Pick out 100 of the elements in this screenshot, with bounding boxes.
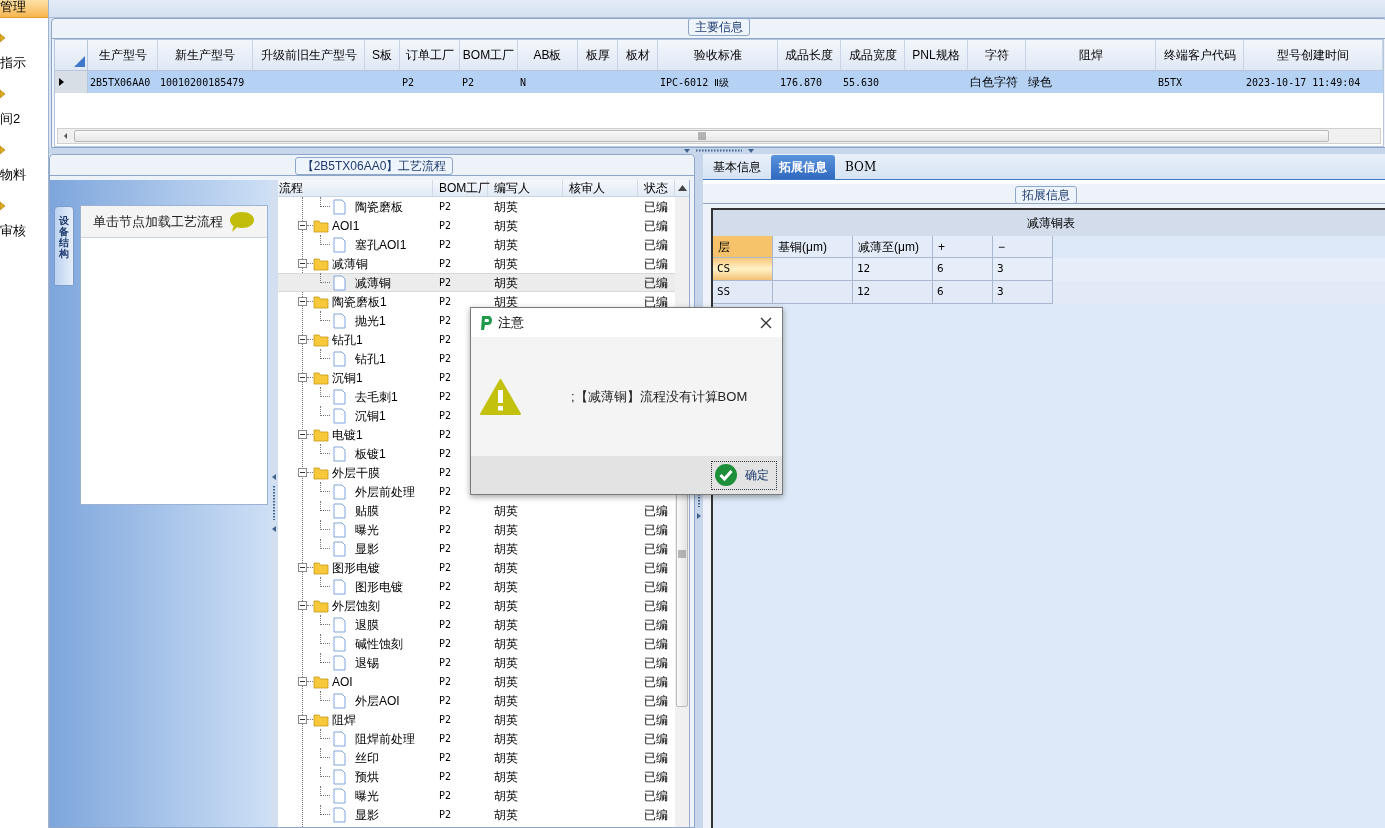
table-cell-text: 胡英	[494, 217, 518, 235]
table-cell-text: 12	[857, 283, 871, 300]
table-cell-text: P2	[439, 276, 452, 290]
table-cell-text: P2	[439, 599, 452, 613]
table-cell-text: 胡英	[494, 578, 518, 596]
tree-node-label: 沉铜1	[332, 369, 363, 387]
table-cell-text: P2	[439, 447, 452, 461]
table-cell-text: P2	[439, 485, 452, 499]
table-cell-text: P2	[439, 561, 452, 575]
tree-node-label: 沉铜1	[355, 407, 386, 425]
table-cell-text: 胡英	[494, 521, 518, 539]
table-cell-text: 已编	[644, 654, 668, 672]
table-cell-text: P2	[439, 751, 452, 765]
tree-node-label: 图形电镀	[355, 578, 403, 596]
table-cell-text: 白色字符	[970, 74, 1018, 91]
table-cell-text: 胡英	[494, 654, 518, 672]
table-cell-text: 已编	[644, 236, 668, 254]
table-cell-text: 176.870	[780, 75, 823, 90]
table-cell-text: 胡英	[494, 540, 518, 558]
table-cell-text: P2	[439, 542, 452, 556]
table-cell-text: 2023-10-17 11:49:04	[1246, 75, 1361, 90]
tree-node-label: 退膜	[355, 616, 379, 634]
tree-node-label: 阻焊	[332, 711, 356, 729]
table-cell-text: CS	[717, 260, 731, 277]
table-cell-text: 胡英	[494, 236, 518, 254]
table-cell-text: P2	[439, 257, 452, 271]
table-cell-text: SS	[717, 283, 731, 300]
table-cell-text: P2	[439, 314, 452, 328]
tree-node-label: 抛光1	[355, 312, 386, 330]
tree-node-label: 退锡	[355, 654, 379, 672]
table-title: 减薄铜表	[1027, 215, 1075, 232]
table-cell-text: P2	[402, 75, 415, 90]
tree-node-label: 外层前处理	[355, 483, 415, 501]
table-cell-text: N	[520, 75, 527, 90]
group-title: 拓展信息	[1015, 186, 1077, 204]
tree-node-label: 丝印	[355, 749, 379, 767]
table-cell-text: 10010200185479	[160, 75, 245, 90]
tree-node-label: 外层干膜	[332, 464, 380, 482]
table-cell-text: 胡英	[494, 274, 518, 292]
tree-node-label: 钻孔1	[332, 331, 363, 349]
table-cell-text: P2	[439, 295, 452, 309]
table-cell-text: P2	[439, 428, 452, 442]
table-cell-text: P2	[439, 466, 452, 480]
table-cell-text: 已编	[644, 730, 668, 748]
table-cell-text: 胡英	[494, 806, 518, 824]
table-cell-text: 胡英	[494, 198, 518, 216]
table-cell-text: 已编	[644, 198, 668, 216]
table-cell-text: P2	[439, 808, 452, 822]
table-cell-text: 胡英	[494, 635, 518, 653]
table-cell-text: 胡英	[494, 597, 518, 615]
table-cell-text: 胡英	[494, 502, 518, 520]
table-cell-text: P2	[439, 504, 452, 518]
tree-node-label: 曝光	[355, 787, 379, 805]
table-cell-text: P2	[439, 618, 452, 632]
tree-node-label: 减薄铜	[355, 274, 391, 292]
table-cell-text: P2	[439, 523, 452, 537]
table-cell-text: IPC-6012 Ⅱ级	[660, 75, 730, 90]
tree-node-label: 显影	[355, 540, 379, 558]
dialog-title: 注意	[498, 313, 524, 332]
table-cell-text: 已编	[644, 768, 668, 786]
table-cell-text: P2	[439, 694, 452, 708]
table-cell-text: 胡英	[494, 255, 518, 273]
tree-node-label: 板镀1	[355, 445, 386, 463]
group-title: 主要信息	[688, 18, 750, 36]
table-cell-text: 胡英	[494, 730, 518, 748]
table-cell-text: 已编	[644, 616, 668, 634]
table-cell-text: 已编	[644, 578, 668, 596]
table-cell-text: P2	[439, 580, 452, 594]
dialog-message: ;【减薄铜】流程没有计算BOM	[571, 387, 748, 406]
table-cell-text: 已编	[644, 673, 668, 691]
tree-node-label: 陶瓷磨板	[355, 198, 403, 216]
table-cell-text: 6	[937, 260, 944, 277]
table-cell-text: 胡英	[494, 559, 518, 577]
table-cell-text: 已编	[644, 692, 668, 710]
table-cell-text: P2	[439, 713, 452, 727]
table-cell-text: 已编	[644, 635, 668, 653]
table-cell-text: P2	[439, 390, 452, 404]
table-cell-text: 3	[997, 283, 1004, 300]
table-cell-text: 已编	[644, 806, 668, 824]
table-cell-text: 已编	[644, 502, 668, 520]
table-cell-text: 2B5TX06AA0	[90, 75, 151, 90]
table-cell-text: P2	[439, 238, 452, 252]
tree-node-label: 曝光	[355, 521, 379, 539]
table-cell-text: 12	[857, 260, 871, 277]
table-cell-text: 已编	[644, 749, 668, 767]
table-cell-text: 已编	[644, 521, 668, 539]
tree-node-label: 塞孔AOI1	[355, 236, 407, 254]
table-cell-text: P2	[439, 637, 452, 651]
table-cell-text: 绿色	[1028, 74, 1052, 91]
table-cell-text: 已编	[644, 217, 668, 235]
tree-node-label: 外层蚀刻	[332, 597, 380, 615]
table-cell-text: P2	[439, 789, 452, 803]
table-cell-text: P2	[439, 656, 452, 670]
table-cell-text: 胡英	[494, 768, 518, 786]
table-cell-text: 已编	[644, 293, 668, 311]
table-cell-text: 胡英	[494, 293, 518, 311]
table-cell-text: P2	[439, 732, 452, 746]
tree-node-label: 图形电镀	[332, 559, 380, 577]
tree-node-label: 电镀1	[332, 426, 363, 444]
hint-text: 单击节点加载工艺流程	[93, 212, 223, 231]
